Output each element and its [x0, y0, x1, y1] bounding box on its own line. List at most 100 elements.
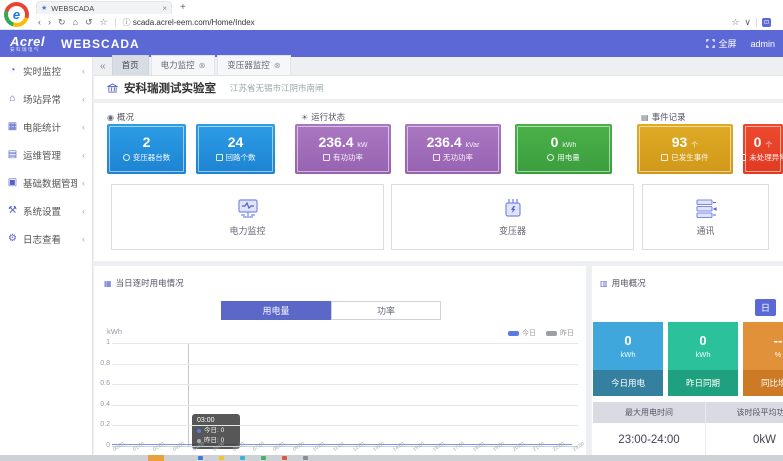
reactive-power-card[interactable]: 236.4 kVar 无功功率	[405, 124, 501, 174]
windows-taskbar[interactable]	[0, 455, 783, 461]
extension-star-icon[interactable]: ☆	[731, 18, 739, 27]
tab-label: 首页	[122, 59, 139, 71]
taskbar-active-app[interactable]	[148, 455, 164, 461]
reload-icon[interactable]: ↻	[58, 18, 66, 27]
nav-card-communication[interactable]: 通讯	[642, 184, 769, 250]
sidebar-item-operations-management[interactable]: ▤ 运维管理 ‹	[0, 141, 92, 169]
sidebar-item-label: 电能统计	[23, 120, 77, 134]
events-occurred-card[interactable]: 93 个 已发生事件	[637, 124, 733, 174]
nav-card-label: 变压器	[499, 224, 526, 237]
gridline	[112, 405, 578, 406]
taskbar-app-icon[interactable]	[198, 456, 203, 460]
legend-item-today[interactable]: 今日	[508, 328, 536, 338]
chevron-left-icon: ‹	[82, 234, 85, 244]
gauge-icon: ◔	[7, 66, 18, 76]
usage-unit: kWh	[696, 350, 711, 360]
toolbar-right-icons: ☆ ∨ ⊡	[731, 18, 777, 27]
chevron-left-icon: ‹	[82, 206, 85, 216]
acrel-logo: Acrel 安科瑞电气	[10, 35, 45, 53]
card-label: 变压器台数	[133, 152, 171, 163]
tab-home[interactable]: 首页	[112, 55, 149, 75]
taskbar-app-icon[interactable]	[261, 456, 266, 460]
y-tick-label: 0	[96, 442, 110, 449]
history-icon[interactable]: ↺	[85, 18, 93, 27]
sidebar-item-energy-statistics[interactable]: ▦ 电能统计 ‹	[0, 113, 92, 141]
logo-text: Acrel	[10, 35, 45, 48]
browser-tab[interactable]: ★ WEBSCADA ×	[36, 1, 172, 14]
energy-usage-card[interactable]: 0 kWh 用电量	[515, 124, 612, 174]
app-header: Acrel 安科瑞电气 WEBSCADA 全屏 admin	[0, 30, 783, 57]
usage-cards-row: 0 kWh 今日用电 0 kWh 昨日同期 -- % 同比增长	[593, 322, 783, 396]
nav-card-power-monitoring[interactable]: 电力监控	[111, 184, 384, 250]
sidebar-item-station-anomaly[interactable]: ⌂ 场站异常 ‹	[0, 85, 92, 113]
tab-close-icon[interactable]: ⊗	[274, 61, 281, 70]
sidebar-item-basic-data-management[interactable]: ▣ 基础数据管理 ‹	[0, 169, 92, 197]
tab-label: 变压器监控	[227, 59, 270, 71]
tab-power-monitoring[interactable]: 电力监控 ⊗	[151, 55, 216, 75]
active-power-card[interactable]: 236.4 kW 有功功率	[295, 124, 391, 174]
sidebar-item-system-settings[interactable]: ⚒ 系统设置 ‹	[0, 197, 92, 225]
taskbar-app-icon[interactable]	[303, 456, 308, 460]
user-menu[interactable]: admin	[750, 39, 775, 49]
yoy-growth-card: -- % 同比增长	[743, 322, 783, 396]
back-icon[interactable]: ‹	[38, 18, 41, 27]
chart-icon: ▦	[7, 122, 18, 132]
tab-transformer-monitoring[interactable]: 变压器监控 ⊗	[217, 55, 290, 75]
taskbar-app-icon[interactable]	[282, 456, 287, 460]
browser-tab-strip: ★ WEBSCADA × +	[32, 0, 783, 15]
nav-card-label: 通讯	[696, 224, 714, 237]
fullscreen-button[interactable]: 全屏	[706, 37, 736, 50]
card-label: 未处理异常	[749, 152, 783, 163]
section-title: 概况	[117, 111, 134, 123]
gridline	[112, 384, 578, 385]
page-info-icon[interactable]: ⓘ	[123, 18, 133, 27]
transformer-count-card[interactable]: 2 变压器台数	[107, 124, 186, 174]
forward-icon[interactable]: ›	[48, 18, 51, 27]
stats-panel: ◉ 概况 ☀ 运行状态 ▤ 事件记录 2 变压器台数 24 回路个数 23	[94, 103, 783, 261]
period-day-button[interactable]: 日	[755, 299, 776, 316]
card-value: 236.4	[427, 134, 462, 150]
browser-logo-icon[interactable]: e	[4, 2, 29, 27]
y-tick-label: 0.4	[96, 401, 110, 408]
bookmark-star-icon[interactable]: ☆	[100, 18, 108, 27]
table-header-max-time: 最大用电时间	[593, 402, 705, 423]
usage-value: 0	[624, 333, 631, 350]
new-tab-button[interactable]: +	[180, 2, 186, 13]
tab-close-icon[interactable]: ⊗	[199, 61, 206, 70]
unhandled-anomaly-card[interactable]: 0 个 未处理异常	[743, 124, 783, 174]
caret-down-icon[interactable]: ∨	[744, 18, 751, 27]
usage-value: 0	[699, 333, 706, 350]
events-section-header: ▤ 事件记录	[641, 111, 686, 123]
tab-close-icon[interactable]: ×	[162, 4, 167, 13]
collapse-tabs-icon[interactable]: «	[100, 61, 106, 72]
gridline	[112, 425, 578, 426]
sidebar-item-realtime-monitoring[interactable]: ◔ 实时监控 ‹	[0, 57, 92, 85]
taskbar-app-icon[interactable]	[240, 456, 245, 460]
transformer-badge-icon	[123, 154, 130, 161]
chart-metric-toggle: 用电量 功率	[221, 301, 441, 320]
chart-plot-area[interactable]: 03:00 今日: 0 昨日: 0 00.20.40.60.81	[112, 343, 578, 446]
circuit-icon	[216, 154, 223, 161]
toggle-power-button[interactable]: 功率	[331, 301, 441, 320]
table-header-avg-power: 该时段平均功率	[705, 402, 783, 423]
url-bar[interactable]: ⓘ scada.acrel-eem.com/Home/Index	[123, 17, 255, 28]
toggle-energy-button[interactable]: 用电量	[221, 301, 331, 320]
home-icon[interactable]: ⌂	[73, 18, 78, 27]
card-unit: kW	[357, 142, 367, 149]
usage-panel-header: ▥ 用电概况	[600, 277, 646, 289]
taskbar-app-icon[interactable]	[219, 456, 224, 460]
sidebar-item-log-viewer[interactable]: ⚙ 日志查看 ‹	[0, 225, 92, 253]
legend-item-yesterday[interactable]: 昨日	[546, 328, 574, 338]
legend-label: 昨日	[560, 328, 574, 338]
chevron-left-icon: ‹	[82, 66, 85, 76]
url-text: scada.acrel-eem.com/Home/Index	[133, 18, 255, 27]
extension-icon[interactable]: ⊡	[762, 18, 771, 27]
table-header-row: 最大用电时间 该时段平均功率	[593, 402, 783, 423]
nav-card-transformer[interactable]: 变压器	[391, 184, 634, 250]
circuit-count-card[interactable]: 24 回路个数	[196, 124, 275, 174]
usage-overview-panel: ▥ 用电概况 日 0 kWh 今日用电 0 kWh 昨日同期 --	[592, 266, 783, 455]
station-location: 江苏省无锡市江阴市南闸	[230, 82, 324, 94]
usage-label: 昨日同期	[668, 370, 738, 396]
usage-panel-icon: ▥	[600, 279, 608, 288]
max-usage-table: 最大用电时间 该时段平均功率 23:00-24:00 0kW	[593, 402, 783, 455]
